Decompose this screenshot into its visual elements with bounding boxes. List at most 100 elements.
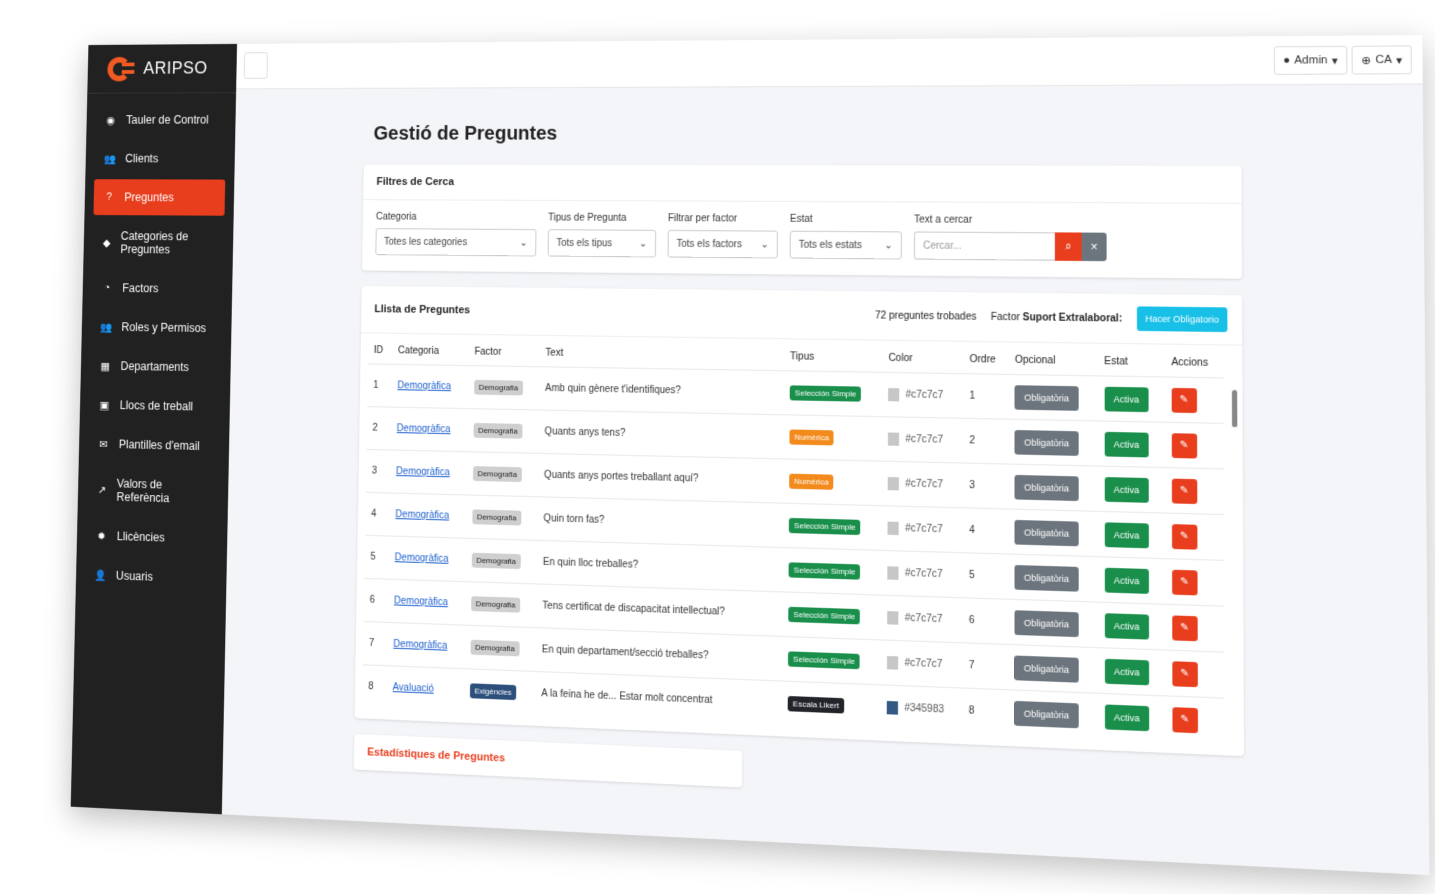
category-link[interactable]: Demogràfica — [393, 639, 447, 652]
factor-info: Factor Suport Extralaboral: — [991, 311, 1123, 324]
sidebar-item-factors[interactable]: ◔ Factors — [91, 270, 223, 308]
line-chart-icon: ↗ — [97, 484, 107, 497]
type-badge: Selección Simple — [789, 385, 862, 402]
column-header: Tipus — [790, 351, 815, 363]
chart-pie-icon: ◔ — [103, 282, 111, 294]
user-shield-icon: 👥 — [99, 321, 113, 334]
edit-button[interactable]: ✎ — [1172, 706, 1198, 733]
sidebar-item-preguntes[interactable]: ? Preguntes — [93, 179, 226, 216]
status-select[interactable]: Tots els estats ⌄ — [789, 230, 902, 260]
sidebar-item-plantilles-d-email[interactable]: ✉ Plantilles d'email — [88, 425, 221, 464]
type-filter-label: Tipus de Pregunta — [548, 212, 627, 224]
category-link[interactable]: Demogràfica — [397, 380, 451, 392]
type-badge: Escala Likert — [787, 696, 845, 714]
optional-toggle-button[interactable]: Obligatòria — [1014, 700, 1079, 729]
status-toggle-button[interactable]: Activa — [1104, 704, 1150, 731]
status-filter-label: Estat — [789, 213, 813, 225]
sidebar-item-llocs-de-treball[interactable]: ▣ Llocs de treball — [89, 386, 221, 425]
clear-search-button[interactable]: × — [1081, 232, 1107, 262]
sidebar-item-roles-y-permisos[interactable]: 👥 Roles y Permisos — [90, 309, 222, 347]
factor-badge: Demografia — [470, 639, 520, 657]
sidebar-item-departaments[interactable]: ▦ Departaments — [90, 348, 222, 386]
sidebar-item-categories-de-preguntes[interactable]: ◆ Categories de Preguntes — [92, 218, 224, 268]
main-content: Gestió de Preguntes Filtres de Cerca Cat… — [222, 85, 1430, 876]
row-id: 8 — [368, 681, 374, 693]
sidebar-item-valors-de-refer-ncia[interactable]: ↗ Valors de Referència — [87, 465, 220, 518]
sidebar-item-label: Preguntes — [124, 190, 174, 205]
factor-badge: Demografia — [471, 509, 522, 526]
category-link[interactable]: Demogràfica — [394, 596, 448, 609]
color-hex: #c7c7c7 — [905, 433, 944, 446]
color-hex: #c7c7c7 — [905, 478, 944, 491]
order-value: 7 — [968, 659, 975, 672]
globe-icon: ⊕ — [1361, 54, 1372, 67]
status-toggle-button[interactable]: Activa — [1104, 521, 1149, 548]
row-id: 7 — [368, 637, 375, 649]
sidebar-item-clients[interactable]: 👥 Clients — [94, 141, 226, 177]
type-select[interactable]: Tots els tipus ⌄ — [547, 229, 657, 258]
sidebar-item-tauler-de-control[interactable]: ◉ Tauler de Control — [95, 102, 227, 138]
column-header: Color — [888, 352, 913, 365]
search-button[interactable]: ⌕ — [1054, 232, 1082, 261]
make-mandatory-button[interactable]: Hacer Obligatorio — [1136, 306, 1228, 333]
edit-button[interactable]: ✎ — [1171, 478, 1197, 504]
brand[interactable]: ARIPSO — [87, 43, 238, 94]
edit-button[interactable]: ✎ — [1171, 387, 1197, 413]
edit-button[interactable]: ✎ — [1171, 523, 1198, 550]
factor-filter-label: Filtrar per factor — [667, 213, 738, 225]
optional-toggle-button[interactable]: Obligatòria — [1014, 609, 1079, 637]
status-toggle-button[interactable]: Activa — [1104, 612, 1150, 640]
edit-button[interactable]: ✎ — [1171, 614, 1198, 641]
category-link[interactable]: Demogràfica — [395, 509, 449, 521]
optional-toggle-button[interactable]: Obligatòria — [1014, 654, 1079, 683]
order-value: 4 — [969, 524, 975, 537]
status-toggle-button[interactable]: Activa — [1104, 567, 1150, 594]
category-select-value: Totes les categories — [383, 236, 468, 248]
category-filter-label: Categoria — [375, 211, 417, 223]
category-link[interactable]: Demogràfica — [395, 552, 449, 564]
search-input[interactable]: Cercar... — [913, 231, 1055, 261]
optional-toggle-button[interactable]: Obligatòria — [1014, 429, 1079, 456]
optional-toggle-button[interactable]: Obligatòria — [1014, 474, 1079, 501]
sidebar-item-llic-ncies[interactable]: ✹ Llicències — [86, 517, 219, 558]
factor-select[interactable]: Tots els factors ⌄ — [667, 229, 778, 259]
status-toggle-button[interactable]: Activa — [1104, 431, 1149, 457]
optional-toggle-button[interactable]: Obligatòria — [1014, 564, 1079, 592]
edit-button[interactable]: ✎ — [1171, 660, 1198, 687]
sidebar: ARIPSO ◉ Tauler de Control 👥 Clients? Pregun… — [70, 43, 238, 815]
type-badge: Selección Simple — [788, 517, 861, 536]
order-value: 5 — [968, 569, 975, 582]
chevron-down-icon: ⌄ — [884, 239, 893, 251]
category-link[interactable]: Avaluació — [393, 682, 434, 695]
category-link[interactable]: Demogràfica — [397, 423, 451, 435]
sidebar-item-label: Llicències — [116, 529, 165, 545]
question-icon: ? — [106, 191, 112, 203]
status-toggle-button[interactable]: Activa — [1104, 658, 1150, 685]
row-id: 4 — [371, 508, 377, 520]
admin-menu-button[interactable]: ● Admin ▾ — [1273, 45, 1348, 75]
optional-toggle-button[interactable]: Obligatòria — [1014, 519, 1079, 546]
color-hex: #c7c7c7 — [904, 657, 943, 671]
factor-badge: Demografia — [473, 422, 523, 439]
status-toggle-button[interactable]: Activa — [1104, 476, 1149, 503]
edit-button[interactable]: ✎ — [1171, 569, 1198, 595]
sidebar-item-label: Llocs de treball — [119, 398, 194, 414]
table-scrollbar[interactable] — [1231, 378, 1240, 722]
language-menu-button[interactable]: ⊕ CA ▾ — [1351, 45, 1412, 75]
question-text: En quin lloc treballes? — [542, 556, 639, 571]
optional-toggle-button[interactable]: Obligatòria — [1014, 384, 1079, 411]
edit-button[interactable]: ✎ — [1171, 432, 1197, 458]
column-header: ID — [373, 345, 384, 356]
edit-icon: ✎ — [1179, 530, 1189, 543]
chevron-down-icon: ⌄ — [760, 238, 769, 250]
sidebar-item-label: Roles y Permisos — [121, 320, 207, 335]
category-select[interactable]: Totes les categories ⌄ — [375, 228, 537, 257]
status-toggle-button[interactable]: Activa — [1104, 386, 1149, 412]
menu-toggle-button[interactable] — [243, 52, 268, 79]
sidebar-item-label: Categories de Preguntes — [120, 229, 189, 257]
close-icon: × — [1090, 239, 1098, 254]
factor-prefix: Factor — [990, 311, 1020, 323]
column-header: Factor — [474, 346, 502, 358]
category-link[interactable]: Demogràfica — [396, 466, 450, 478]
sidebar-item-usuaris[interactable]: 👤 Usuaris — [85, 556, 218, 597]
